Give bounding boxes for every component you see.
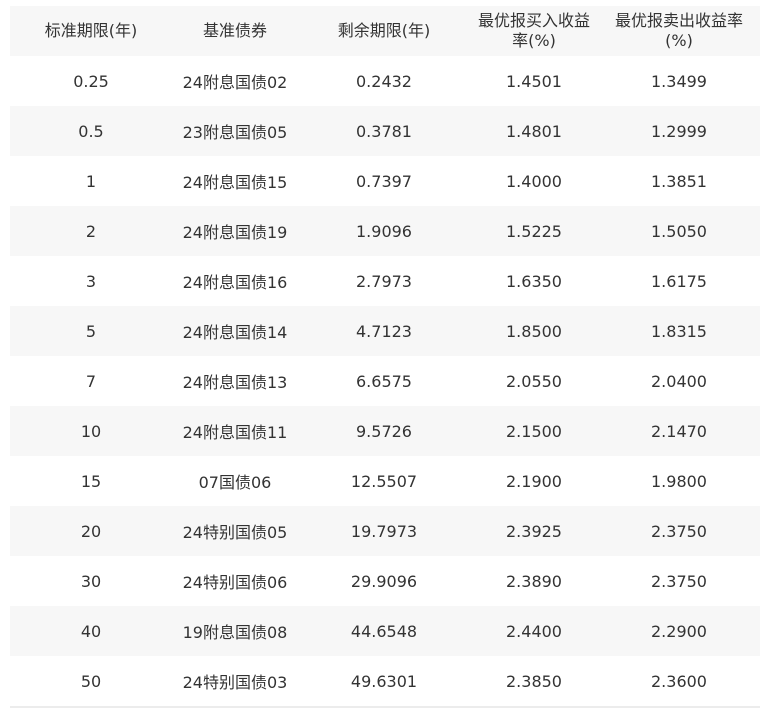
cell-standard-term: 50 — [10, 656, 172, 708]
cell-standard-term: 7 — [10, 356, 172, 406]
table-row: 40 19附息国债08 44.6548 2.4400 2.2900 — [10, 606, 760, 656]
cell-remaining-term: 9.5726 — [298, 406, 470, 456]
cell-best-ask-yield: 2.0400 — [598, 356, 760, 406]
table-row: 30 24特别国债06 29.9096 2.3890 2.3750 — [10, 556, 760, 606]
cell-standard-term: 10 — [10, 406, 172, 456]
cell-benchmark-bond: 24附息国债11 — [172, 406, 298, 456]
cell-benchmark-bond: 24附息国债14 — [172, 306, 298, 356]
cell-best-bid-yield: 1.4501 — [470, 56, 598, 106]
cell-remaining-term: 49.6301 — [298, 656, 470, 708]
table-row: 0.25 24附息国债02 0.2432 1.4501 1.3499 — [10, 56, 760, 106]
table-row: 50 24特别国债03 49.6301 2.3850 2.3600 — [10, 656, 760, 708]
cell-best-bid-yield: 1.4801 — [470, 106, 598, 156]
cell-remaining-term: 2.7973 — [298, 256, 470, 306]
cell-remaining-term: 0.2432 — [298, 56, 470, 106]
table-header: 标准期限(年) 基准债券 剩余期限(年) 最优报买入收益率(%) 最优报卖出收益… — [10, 6, 760, 56]
cell-benchmark-bond: 07国债06 — [172, 456, 298, 506]
cell-benchmark-bond: 19附息国债08 — [172, 606, 298, 656]
table-row: 3 24附息国债16 2.7973 1.6350 1.6175 — [10, 256, 760, 306]
cell-standard-term: 0.25 — [10, 56, 172, 106]
yield-table-container: 标准期限(年) 基准债券 剩余期限(年) 最优报买入收益率(%) 最优报卖出收益… — [10, 6, 760, 708]
cell-benchmark-bond: 24附息国债19 — [172, 206, 298, 256]
cell-best-bid-yield: 2.0550 — [470, 356, 598, 406]
cell-best-ask-yield: 1.8315 — [598, 306, 760, 356]
table-row: 2 24附息国债19 1.9096 1.5225 1.5050 — [10, 206, 760, 256]
table-body: 0.25 24附息国债02 0.2432 1.4501 1.3499 0.5 23附息国债0… — [10, 56, 760, 708]
cell-benchmark-bond: 23附息国债05 — [172, 106, 298, 156]
cell-best-bid-yield: 1.6350 — [470, 256, 598, 306]
cell-best-ask-yield: 1.3499 — [598, 56, 760, 106]
cell-best-ask-yield: 2.3750 — [598, 556, 760, 606]
cell-remaining-term: 12.5507 — [298, 456, 470, 506]
cell-best-bid-yield: 1.5225 — [470, 206, 598, 256]
table-row: 1 24附息国债15 0.7397 1.4000 1.3851 — [10, 156, 760, 206]
table-row: 10 24附息国债11 9.5726 2.1500 2.1470 — [10, 406, 760, 456]
cell-best-ask-yield: 1.9800 — [598, 456, 760, 506]
cell-remaining-term: 6.6575 — [298, 356, 470, 406]
cell-remaining-term: 19.7973 — [298, 506, 470, 556]
cell-best-ask-yield: 1.5050 — [598, 206, 760, 256]
cell-best-ask-yield: 1.6175 — [598, 256, 760, 306]
cell-best-ask-yield: 1.3851 — [598, 156, 760, 206]
cell-benchmark-bond: 24附息国债15 — [172, 156, 298, 206]
cell-standard-term: 20 — [10, 506, 172, 556]
cell-remaining-term: 1.9096 — [298, 206, 470, 256]
cell-remaining-term: 44.6548 — [298, 606, 470, 656]
cell-best-ask-yield: 2.1470 — [598, 406, 760, 456]
cell-best-bid-yield: 2.3890 — [470, 556, 598, 606]
cell-benchmark-bond: 24附息国债13 — [172, 356, 298, 406]
header-remaining-term: 剩余期限(年) — [298, 6, 470, 56]
cell-best-bid-yield: 2.3850 — [470, 656, 598, 708]
cell-best-ask-yield: 2.2900 — [598, 606, 760, 656]
cell-standard-term: 0.5 — [10, 106, 172, 156]
cell-remaining-term: 4.7123 — [298, 306, 470, 356]
header-benchmark-bond: 基准债券 — [172, 6, 298, 56]
cell-standard-term: 2 — [10, 206, 172, 256]
cell-best-bid-yield: 2.1500 — [470, 406, 598, 456]
bond-yield-table: 标准期限(年) 基准债券 剩余期限(年) 最优报买入收益率(%) 最优报卖出收益… — [10, 6, 760, 708]
cell-benchmark-bond: 24特别国债03 — [172, 656, 298, 708]
cell-benchmark-bond: 24特别国债06 — [172, 556, 298, 606]
cell-benchmark-bond: 24附息国债02 — [172, 56, 298, 106]
cell-benchmark-bond: 24特别国债05 — [172, 506, 298, 556]
cell-standard-term: 1 — [10, 156, 172, 206]
cell-standard-term: 40 — [10, 606, 172, 656]
header-best-ask-yield: 最优报卖出收益率(%) — [598, 6, 760, 56]
cell-best-ask-yield: 2.3750 — [598, 506, 760, 556]
cell-best-ask-yield: 2.3600 — [598, 656, 760, 708]
table-row: 0.5 23附息国债05 0.3781 1.4801 1.2999 — [10, 106, 760, 156]
table-row: 15 07国债06 12.5507 2.1900 1.9800 — [10, 456, 760, 506]
cell-best-bid-yield: 1.4000 — [470, 156, 598, 206]
cell-remaining-term: 0.3781 — [298, 106, 470, 156]
cell-standard-term: 3 — [10, 256, 172, 306]
cell-best-bid-yield: 2.3925 — [470, 506, 598, 556]
table-row: 5 24附息国债14 4.7123 1.8500 1.8315 — [10, 306, 760, 356]
cell-standard-term: 30 — [10, 556, 172, 606]
header-row: 标准期限(年) 基准债券 剩余期限(年) 最优报买入收益率(%) 最优报卖出收益… — [10, 6, 760, 56]
cell-best-bid-yield: 2.1900 — [470, 456, 598, 506]
cell-standard-term: 15 — [10, 456, 172, 506]
table-row: 7 24附息国债13 6.6575 2.0550 2.0400 — [10, 356, 760, 406]
cell-benchmark-bond: 24附息国债16 — [172, 256, 298, 306]
header-standard-term: 标准期限(年) — [10, 6, 172, 56]
cell-best-bid-yield: 1.8500 — [470, 306, 598, 356]
cell-remaining-term: 0.7397 — [298, 156, 470, 206]
header-best-bid-yield: 最优报买入收益率(%) — [470, 6, 598, 56]
table-row: 20 24特别国债05 19.7973 2.3925 2.3750 — [10, 506, 760, 556]
cell-standard-term: 5 — [10, 306, 172, 356]
cell-best-bid-yield: 2.4400 — [470, 606, 598, 656]
cell-best-ask-yield: 1.2999 — [598, 106, 760, 156]
cell-remaining-term: 29.9096 — [298, 556, 470, 606]
